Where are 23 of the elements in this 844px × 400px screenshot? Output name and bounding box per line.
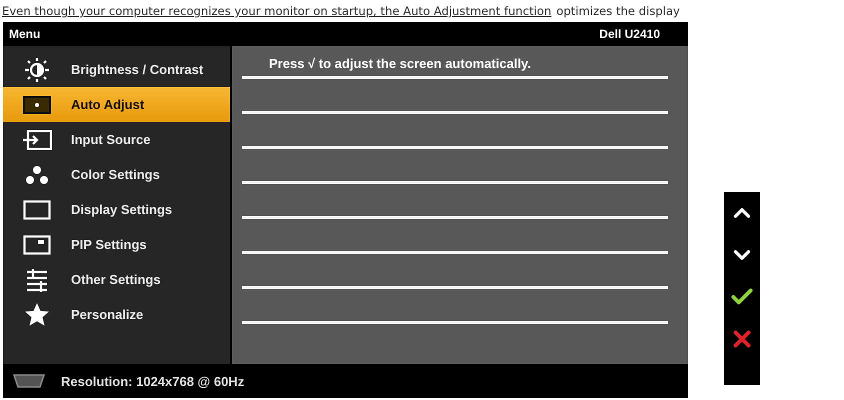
resolution-text: Resolution: 1024x768 @ 60Hz [61, 374, 244, 388]
input-source-icon [22, 130, 52, 150]
sliders-icon [25, 266, 49, 292]
menu-item[interactable]: Input Source [3, 122, 230, 157]
pip-icon [23, 234, 51, 254]
menu-item[interactable]: Personalize [3, 297, 230, 332]
menu-item[interactable]: PIP Settings [3, 227, 230, 262]
instruction-text: Press √ to adjust the screen automatically. [268, 56, 532, 73]
menu-item[interactable]: Brightness / Contrast [3, 52, 230, 87]
menu-item[interactable]: Color Settings [3, 157, 230, 192]
color-dots-icon [25, 164, 49, 184]
menu-title: Menu [9, 27, 40, 41]
display-icon [23, 200, 51, 220]
menu-item[interactable]: Display Settings [3, 192, 230, 227]
brightness-icon [22, 56, 52, 82]
menu-item[interactable]: Auto Adjust [3, 87, 230, 122]
auto-adjust-icon [23, 96, 51, 114]
intro-link[interactable]: Even though your computer recognizes your monitor on startup, the Auto Adjustment function [2, 4, 552, 18]
model-name: Dell U2410 [599, 27, 660, 41]
menu-item[interactable]: Other Settings [3, 262, 230, 297]
vga-connector-icon [11, 373, 47, 389]
star-icon [24, 302, 50, 328]
intro-text: optimizes the display [556, 4, 680, 18]
